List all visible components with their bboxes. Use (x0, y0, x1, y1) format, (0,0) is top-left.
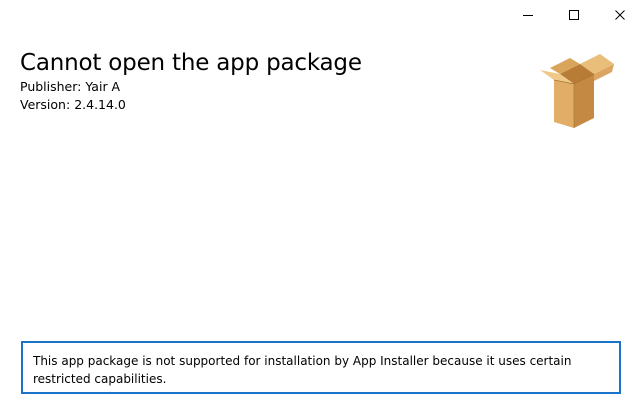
title-bar (0, 0, 643, 30)
app-info-header: Cannot open the app package Publisher: Ya… (20, 48, 362, 114)
minimize-icon (523, 15, 533, 16)
version-label: Version: (20, 97, 71, 112)
minimize-button[interactable] (505, 0, 551, 30)
close-button[interactable] (597, 0, 643, 30)
close-icon (615, 10, 625, 20)
page-title: Cannot open the app package (20, 50, 362, 76)
version-line: Version: 2.4.14.0 (20, 96, 362, 114)
version-value: 2.4.14.0 (74, 97, 126, 112)
maximize-button[interactable] (551, 0, 597, 30)
publisher-label: Publisher: (20, 79, 82, 94)
maximize-icon (569, 10, 579, 20)
publisher-line: Publisher: Yair A (20, 78, 362, 96)
publisher-value: Yair A (85, 79, 121, 94)
error-message-text: This app package is not supported for in… (33, 354, 572, 386)
error-message-box: This app package is not supported for in… (21, 341, 621, 394)
package-box-icon (540, 54, 614, 128)
